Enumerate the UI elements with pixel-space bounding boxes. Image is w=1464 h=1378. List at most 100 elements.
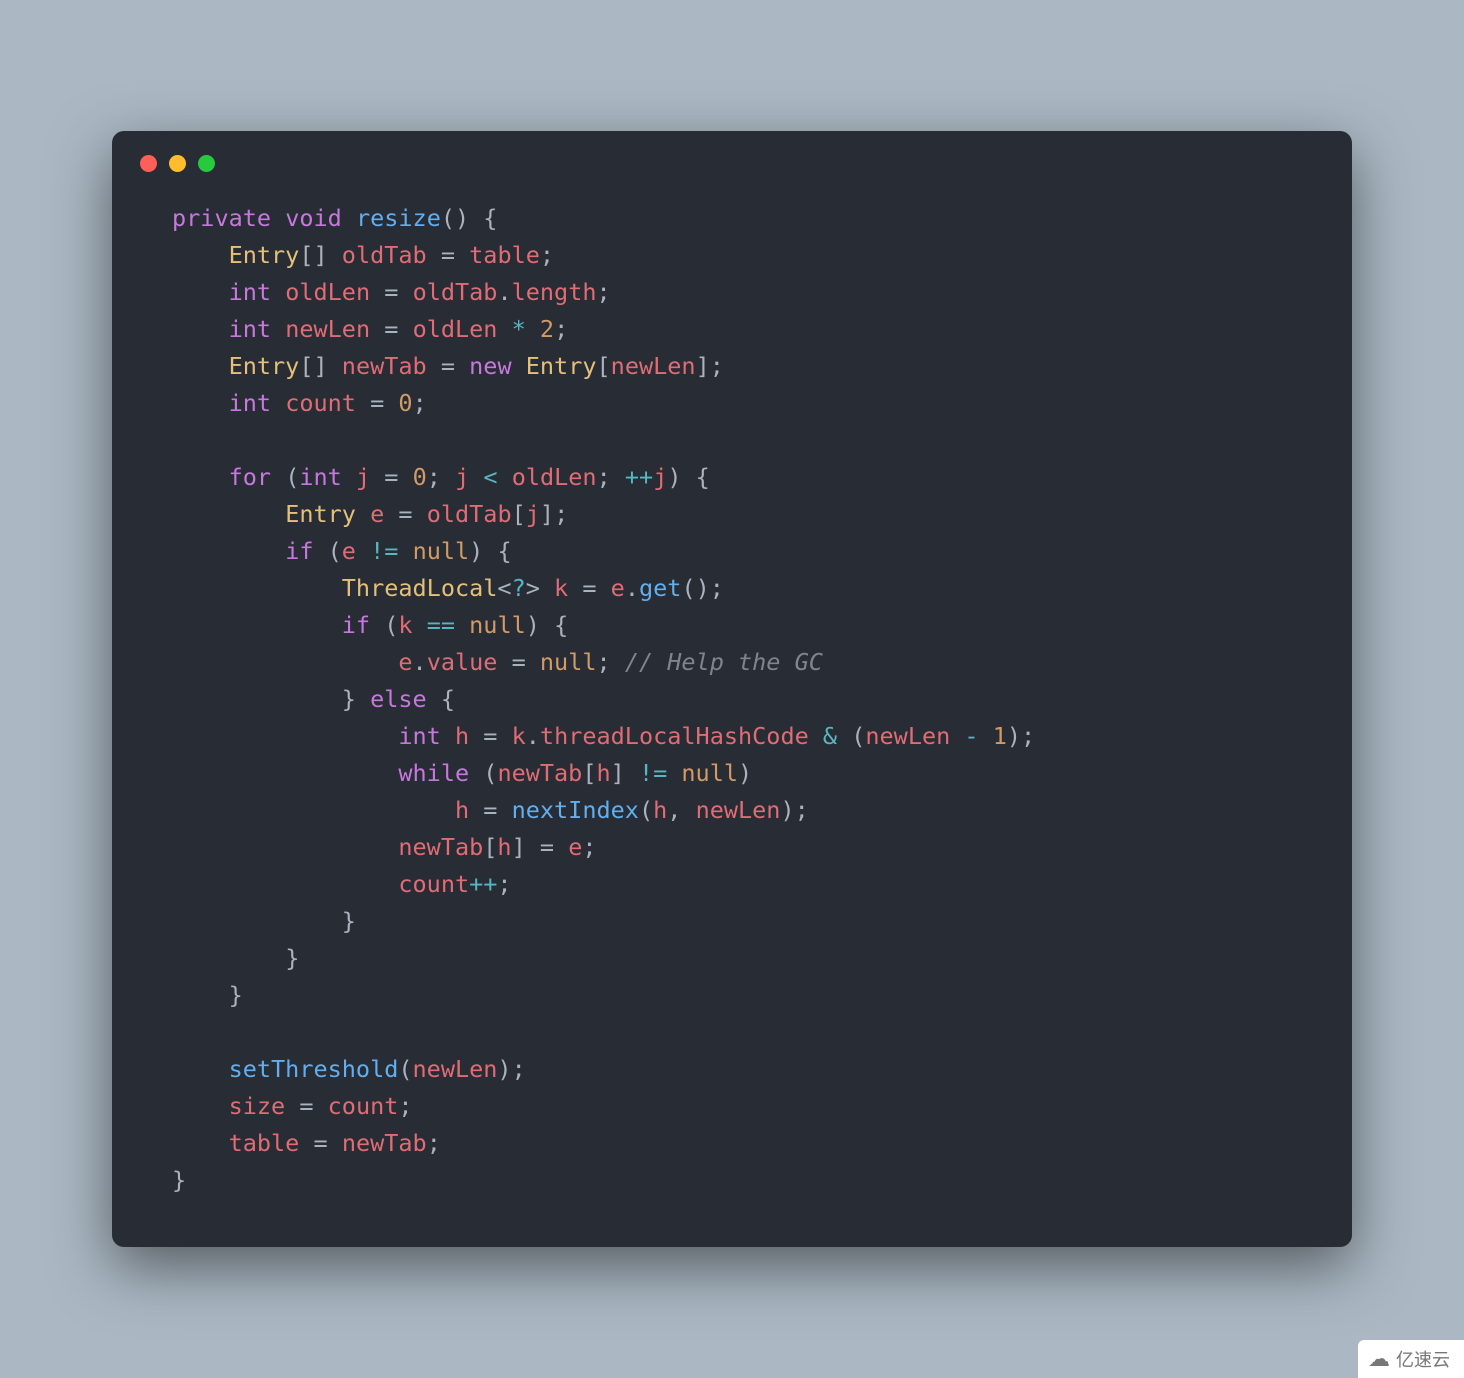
code-token [172, 1055, 229, 1083]
code-token [172, 759, 398, 787]
code-token: nextIndex [512, 796, 639, 824]
code-token [172, 500, 285, 528]
code-token [172, 241, 229, 269]
code-token [384, 389, 398, 417]
code-token: ? [512, 574, 526, 602]
code-token: // Help the GC [625, 648, 823, 676]
code-token: ); [1007, 722, 1035, 750]
code-token: ; [413, 389, 427, 417]
code-token: k [512, 722, 526, 750]
code-token: Entry [229, 241, 300, 269]
code-token [271, 204, 285, 232]
code-token: , [667, 796, 681, 824]
code-token: = [483, 796, 497, 824]
code-token [172, 870, 398, 898]
code-token: ] [611, 759, 625, 787]
code-token: if [342, 611, 370, 639]
code-token: ); [780, 796, 808, 824]
code-token: private [172, 204, 271, 232]
code-token: ( [285, 463, 299, 491]
code-token [398, 315, 412, 343]
code-token [427, 241, 441, 269]
code-token: Entry [526, 352, 597, 380]
code-token [526, 648, 540, 676]
code-token: threadLocalHashCode [540, 722, 809, 750]
code-token [455, 352, 469, 380]
code-token: . [625, 574, 639, 602]
code-token: ; [427, 1129, 441, 1157]
code-token [469, 463, 483, 491]
code-token: e [568, 833, 582, 861]
code-token [172, 1092, 229, 1120]
code-token: newLen [413, 1055, 498, 1083]
minimize-icon[interactable] [169, 155, 186, 172]
code-token: int [299, 463, 341, 491]
code-token: 2 [540, 315, 554, 343]
code-token [172, 611, 342, 639]
code-token: ( [639, 796, 653, 824]
watermark-text: 亿速云 [1396, 1346, 1450, 1372]
code-token: ; [540, 241, 554, 269]
code-token: ) [667, 463, 681, 491]
code-token: ( [384, 611, 398, 639]
code-token [540, 574, 554, 602]
code-token: = [384, 315, 398, 343]
code-token: == [427, 611, 455, 639]
code-token: { [441, 685, 455, 713]
code-token [398, 463, 412, 491]
code-token [611, 463, 625, 491]
code-token: null [681, 759, 738, 787]
code-token: < [483, 463, 497, 491]
code-token: else [370, 685, 427, 713]
code-token [483, 537, 497, 565]
code-token: setThreshold [229, 1055, 399, 1083]
code-token [172, 315, 229, 343]
code-token [681, 796, 695, 824]
code-token [172, 463, 229, 491]
watermark: ☁ 亿速云 [1358, 1340, 1464, 1378]
code-token [271, 278, 285, 306]
code-token: = [314, 1129, 328, 1157]
code-token: h [497, 833, 511, 861]
code-token: ; [427, 463, 441, 491]
code-token: null [469, 611, 526, 639]
code-token: void [285, 204, 342, 232]
code-token [328, 1129, 342, 1157]
code-token [271, 315, 285, 343]
zoom-icon[interactable] [198, 155, 215, 172]
code-token [497, 648, 511, 676]
code-token: = [483, 722, 497, 750]
code-token [455, 611, 469, 639]
code-token [682, 463, 696, 491]
code-token: ) [469, 537, 483, 565]
code-token: k [398, 611, 412, 639]
code-token [611, 648, 625, 676]
code-token [979, 722, 993, 750]
code-token: oldTab [413, 278, 498, 306]
code-token: int [398, 722, 440, 750]
code-token: [ [597, 352, 611, 380]
code-token [384, 500, 398, 528]
code-token: ; [597, 463, 611, 491]
code-token: get [639, 574, 681, 602]
code-token [356, 500, 370, 528]
code-token [398, 537, 412, 565]
code-token [950, 722, 964, 750]
code-token: = [370, 389, 384, 417]
code-token: ThreadLocal [342, 574, 498, 602]
code-token [498, 463, 512, 491]
code-token: h [455, 722, 469, 750]
code-token: if [285, 537, 313, 565]
code-token: ( [328, 537, 342, 565]
code-token [285, 1092, 299, 1120]
code-token: newLen [611, 352, 696, 380]
close-icon[interactable] [140, 155, 157, 172]
code-token [469, 722, 483, 750]
code-token: ); [497, 1055, 525, 1083]
code-token [469, 204, 483, 232]
code-token: 1 [993, 722, 1007, 750]
code-token: (); [681, 574, 723, 602]
code-token: ; [597, 278, 611, 306]
code-token [497, 796, 511, 824]
code-token: } [285, 944, 299, 972]
